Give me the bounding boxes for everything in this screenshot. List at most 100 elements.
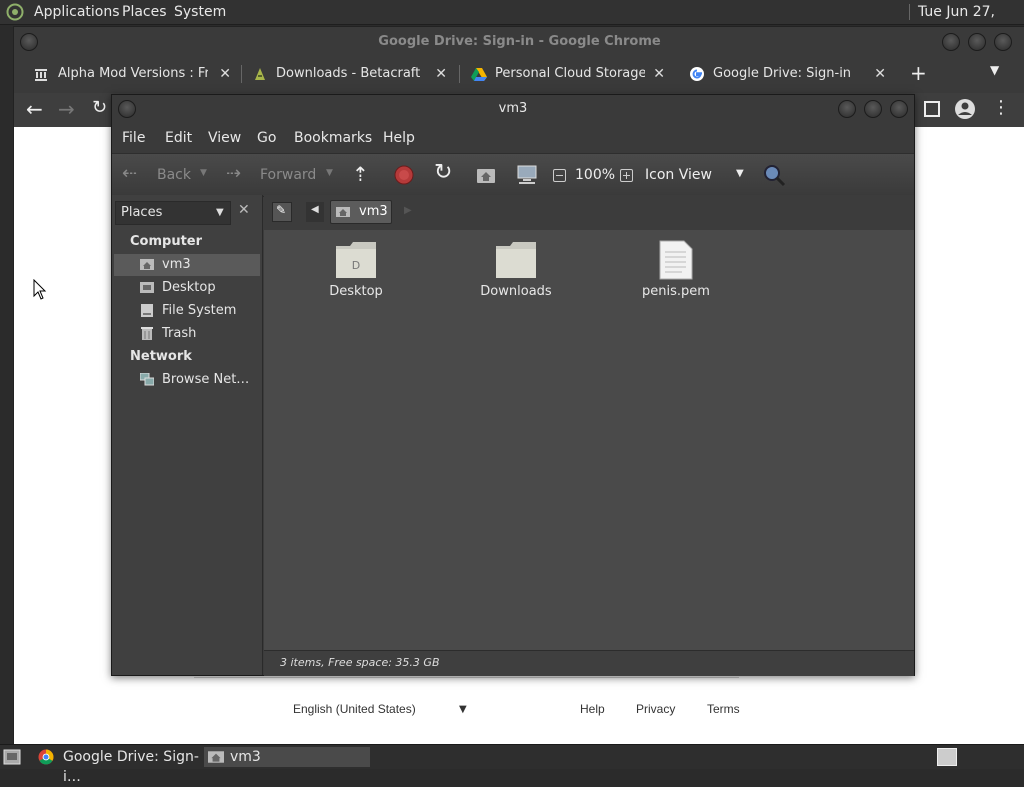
file-item-pem[interactable]: penis.pem bbox=[616, 240, 736, 299]
close-tab-icon[interactable]: ✕ bbox=[435, 59, 447, 89]
computer-icon[interactable] bbox=[516, 164, 538, 186]
tab-personal-cloud[interactable]: Personal Cloud Storage & I ✕ bbox=[469, 59, 671, 89]
sidepanel-icon[interactable] bbox=[924, 101, 940, 117]
sidebar-item-vm3[interactable]: vm3 bbox=[114, 254, 260, 276]
distro-logo-icon[interactable] bbox=[6, 3, 26, 21]
language-selector[interactable]: English (United States) bbox=[293, 702, 416, 716]
applications-menu[interactable]: Applications bbox=[34, 0, 120, 24]
file-manager-title: vm3 bbox=[498, 101, 528, 116]
places-selector-label: Places bbox=[121, 205, 163, 220]
clock[interactable]: Tue Jun 27, 06:07 bbox=[918, 0, 1024, 44]
show-desktop-icon[interactable] bbox=[3, 749, 21, 765]
tab-search-chevron-icon[interactable]: ▼ bbox=[990, 63, 999, 77]
places-selector[interactable]: Places ▼ bbox=[115, 201, 231, 225]
fm-toolbar: ⇠ Back ▼ ⇢ Forward ▼ ⇡ ↻ 100% Icon View … bbox=[112, 153, 914, 197]
chrome-minimize-button[interactable] bbox=[942, 33, 960, 51]
language-dropdown-icon[interactable]: ▼ bbox=[459, 704, 467, 715]
back-arrow-icon[interactable]: ← bbox=[26, 97, 43, 121]
chrome-menu-icon[interactable]: ⋮ bbox=[992, 97, 1010, 118]
profile-avatar-icon[interactable] bbox=[954, 98, 976, 120]
chrome-maximize-button[interactable] bbox=[968, 33, 986, 51]
tab-google-drive-signin[interactable]: Google Drive: Sign-in ✕ bbox=[687, 59, 892, 89]
tab-label: Downloads - Betacraft bbox=[276, 66, 421, 81]
chrome-icon bbox=[38, 749, 54, 765]
system-menu[interactable]: System bbox=[174, 0, 226, 24]
reload-icon[interactable]: ↻ bbox=[92, 97, 107, 118]
back-label: Back bbox=[157, 167, 191, 183]
close-sidebar-icon[interactable]: ✕ bbox=[238, 202, 250, 218]
menu-go[interactable]: Go bbox=[257, 123, 276, 153]
up-arrow-icon[interactable]: ⇡ bbox=[352, 162, 369, 186]
home-icon[interactable] bbox=[476, 166, 496, 184]
view-mode-select[interactable]: Icon View ▼ bbox=[642, 154, 752, 196]
forward-arrow-icon[interactable]: → bbox=[58, 97, 75, 121]
file-name: Desktop bbox=[329, 284, 383, 299]
status-bar: 3 items, Free space: 35.3 GB bbox=[264, 650, 914, 676]
forward-history-chevron-icon[interactable]: ▼ bbox=[326, 168, 333, 178]
sidebar-item-desktop[interactable]: Desktop bbox=[114, 277, 260, 299]
file-item-downloads[interactable]: Downloads bbox=[456, 240, 576, 299]
panel-separator bbox=[909, 4, 910, 20]
folder-icon bbox=[496, 242, 536, 278]
file-item-desktop[interactable]: D Desktop bbox=[296, 240, 416, 299]
close-tab-icon[interactable]: ✕ bbox=[653, 59, 665, 89]
sidebar-item-trash[interactable]: Trash bbox=[114, 323, 260, 345]
view-mode-label: Icon View bbox=[645, 167, 712, 183]
menu-help[interactable]: Help bbox=[383, 123, 415, 153]
status-text: 3 items, Free space: 35.3 GB bbox=[280, 656, 440, 669]
tab-betacraft[interactable]: Downloads - Betacraft ✕ bbox=[250, 59, 453, 89]
menu-view[interactable]: View bbox=[208, 123, 241, 153]
help-link[interactable]: Help bbox=[580, 702, 605, 716]
sidebar-item-file-system[interactable]: File System bbox=[114, 300, 260, 322]
reload-icon[interactable]: ↻ bbox=[434, 160, 452, 185]
chrome-window-title: Google Drive: Sign-in - Google Chrome bbox=[378, 34, 661, 49]
network-icon bbox=[140, 373, 154, 386]
new-tab-button[interactable]: + bbox=[910, 59, 927, 87]
fm-minimize-button[interactable] bbox=[838, 100, 856, 118]
drive-icon bbox=[141, 304, 153, 317]
tab-alpha-mod[interactable]: Alpha Mod Versions : Free ✕ bbox=[32, 59, 237, 89]
zoom-in-icon[interactable] bbox=[620, 169, 633, 182]
close-tab-icon[interactable]: ✕ bbox=[219, 59, 231, 89]
sidebar-heading-computer: Computer bbox=[130, 234, 203, 249]
taskbar-item-vm3[interactable]: vm3 bbox=[204, 747, 370, 767]
back-button[interactable]: ⇠ Back ▼ bbox=[122, 154, 212, 196]
path-scroll-left-button[interactable]: ◀ bbox=[306, 202, 324, 222]
tab-label: Google Drive: Sign-in bbox=[713, 66, 852, 81]
workspace-switcher[interactable] bbox=[937, 748, 957, 766]
places-menu[interactable]: Places bbox=[122, 0, 167, 24]
chrome-close-button[interactable] bbox=[994, 33, 1012, 51]
chrome-window-menu-button[interactable] bbox=[20, 33, 38, 51]
chrome-titlebar[interactable]: Google Drive: Sign-in - Google Chrome bbox=[14, 27, 1024, 57]
search-icon[interactable] bbox=[762, 163, 786, 187]
terms-link[interactable]: Terms bbox=[707, 702, 740, 716]
forward-arrow-icon: ⇢ bbox=[226, 163, 242, 184]
home-folder-icon bbox=[208, 751, 224, 763]
sidebar-item-label: Browse Net… bbox=[162, 372, 250, 387]
stop-icon[interactable] bbox=[394, 165, 414, 185]
path-bar: ✎ ◀ vm3 ▶ bbox=[264, 195, 914, 230]
menu-bookmarks[interactable]: Bookmarks bbox=[294, 123, 372, 153]
sidebar-item-label: vm3 bbox=[162, 257, 191, 272]
path-button-vm3[interactable]: vm3 bbox=[330, 200, 392, 224]
menu-file[interactable]: File bbox=[122, 123, 145, 153]
pencil-icon: ✎ bbox=[276, 203, 287, 217]
view-mode-chevron-icon: ▼ bbox=[736, 168, 744, 179]
menu-edit[interactable]: Edit bbox=[165, 123, 192, 153]
fm-close-button[interactable] bbox=[890, 100, 908, 118]
close-tab-icon[interactable]: ✕ bbox=[874, 59, 886, 89]
privacy-link[interactable]: Privacy bbox=[636, 702, 675, 716]
taskbar-item-chrome[interactable]: Google Drive: Sign-i… bbox=[34, 747, 202, 785]
sidebar-item-label: Trash bbox=[162, 326, 197, 341]
path-scroll-right-icon[interactable]: ▶ bbox=[404, 205, 412, 216]
sidebar-item-browse-network[interactable]: Browse Net… bbox=[114, 369, 260, 391]
back-history-chevron-icon[interactable]: ▼ bbox=[200, 168, 207, 178]
forward-button[interactable]: ⇢ Forward ▼ bbox=[226, 154, 336, 196]
mouse-cursor-icon bbox=[33, 279, 47, 300]
fm-maximize-button[interactable] bbox=[864, 100, 882, 118]
desktop-folder-icon bbox=[140, 282, 154, 293]
zoom-out-icon[interactable] bbox=[553, 169, 566, 182]
fm-window-menu-button[interactable] bbox=[118, 100, 136, 118]
location-edit-button[interactable]: ✎ bbox=[272, 202, 292, 222]
file-manager-titlebar[interactable]: vm3 bbox=[112, 95, 914, 123]
